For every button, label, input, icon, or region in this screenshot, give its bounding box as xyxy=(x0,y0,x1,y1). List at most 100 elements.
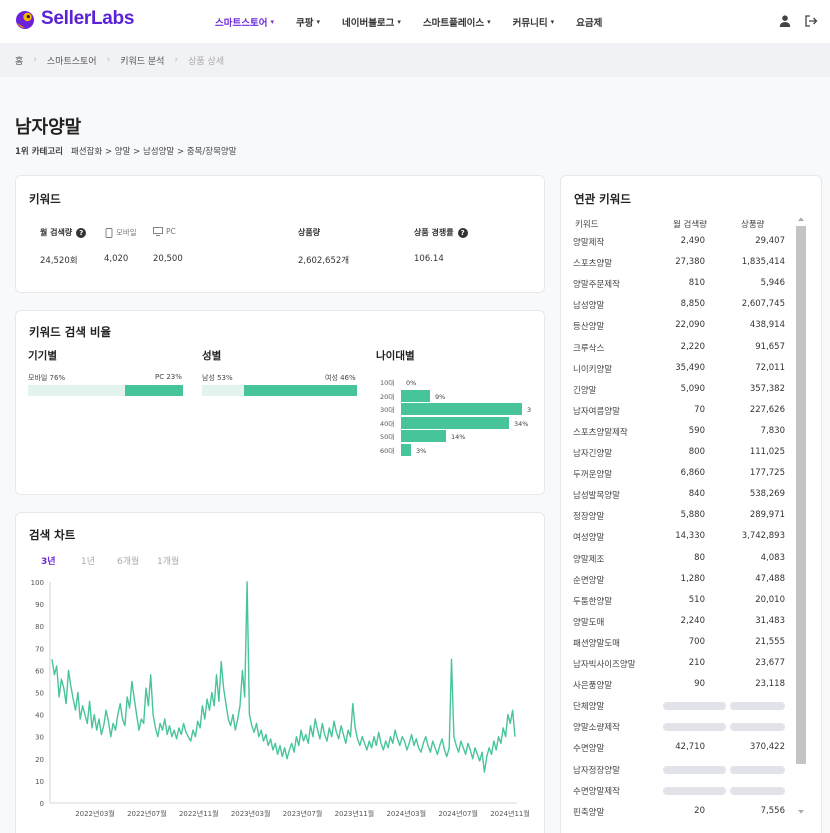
related-keyword-row[interactable]: 긴양말 5,090 357,382 xyxy=(573,381,785,402)
related-keyword-row[interactable]: 양말제조 80 4,083 xyxy=(573,550,785,571)
related-keyword-name[interactable]: 남성발목양말 xyxy=(573,489,620,501)
related-keyword-name[interactable]: 남자정장양말 xyxy=(573,764,620,776)
related-keyword-name[interactable]: 남성양말 xyxy=(573,299,604,311)
related-keyword-row[interactable]: 패션양말도매 700 21,555 xyxy=(573,634,785,655)
chevron-right-icon: › xyxy=(106,55,111,65)
related-keyword-name[interactable]: 등산양말 xyxy=(573,320,604,332)
loading-placeholder xyxy=(730,786,785,795)
related-keyword-name[interactable]: 두툼한양말 xyxy=(573,595,612,607)
related-keyword-name[interactable]: 핀축양말 xyxy=(573,806,604,818)
help-icon[interactable]: ? xyxy=(457,227,468,238)
related-keyword-row[interactable]: 양말도매 2,240 31,483 xyxy=(573,613,785,634)
related-keyword-row[interactable]: 두꺼운양말 6,860 177,725 xyxy=(573,465,785,486)
y-tick-label: 50 xyxy=(35,690,44,698)
related-keyword-volume: 22,090 xyxy=(675,320,705,331)
nav-item[interactable]: 쿠팡 ▾ xyxy=(296,15,320,29)
x-tick-label: 2023년03월 xyxy=(231,809,271,818)
period-tab[interactable]: 6개월 xyxy=(117,554,139,567)
related-keyword-name[interactable]: 양말소량제작 xyxy=(573,721,620,733)
nav-item[interactable]: 요금제 xyxy=(576,15,602,29)
related-keyword-row[interactable]: 순면양말 1,280 47,488 xyxy=(573,571,785,592)
y-tick-label: 90 xyxy=(35,601,44,609)
nav-item[interactable]: 스마트스토어 ▾ xyxy=(215,15,274,29)
related-keyword-row[interactable]: 핀축양말 20 7,556 xyxy=(573,803,785,824)
related-keyword-volume: 5,880 xyxy=(680,510,705,521)
scroll-up-icon[interactable] xyxy=(796,215,806,223)
related-keyword-name[interactable]: 두꺼운양말 xyxy=(573,468,612,480)
related-keyword-name[interactable]: 스포츠양말 xyxy=(573,257,612,269)
device-ratio-fill xyxy=(125,385,183,396)
related-keyword-name[interactable]: 양말제작 xyxy=(573,236,604,248)
related-keyword-name[interactable]: 여성양말 xyxy=(573,531,604,543)
breadcrumb-item[interactable]: 스마트스토어 xyxy=(47,54,97,67)
related-keyword-row[interactable]: 사은품양말 90 23,118 xyxy=(573,676,785,697)
loading-placeholder xyxy=(663,723,726,732)
related-keyword-name[interactable]: 양말도매 xyxy=(573,616,604,628)
related-keyword-row[interactable]: 스포츠양말 27,380 1,835,414 xyxy=(573,254,785,275)
related-keyword-name[interactable]: 니이키양말 xyxy=(573,363,612,375)
related-keyword-row[interactable]: 양말소량제작 xyxy=(573,718,785,739)
related-scroll-thumb[interactable] xyxy=(796,226,806,764)
age-bar xyxy=(401,443,411,456)
logo-mark-icon xyxy=(14,8,36,30)
related-keyword-row[interactable]: 남자긴양말 800 111,025 xyxy=(573,444,785,465)
related-keyword-name[interactable]: 순면양말 xyxy=(573,574,604,586)
related-keyword-name[interactable]: 정장양말 xyxy=(573,510,604,522)
related-keyword-row[interactable]: 스포츠양말제작 590 7,830 xyxy=(573,423,785,444)
nav-item[interactable]: 네이버블로그 ▾ xyxy=(342,15,401,29)
related-keyword-products: 31,483 xyxy=(755,615,785,626)
related-keyword-name[interactable]: 양말주문제작 xyxy=(573,278,620,290)
related-keyword-row[interactable]: 니이키양말 35,490 72,011 xyxy=(573,360,785,381)
related-keyword-row[interactable]: 남성양말 8,850 2,607,745 xyxy=(573,296,785,317)
breadcrumb-item[interactable]: 키워드 분석 xyxy=(120,54,164,67)
help-icon[interactable]: ? xyxy=(76,227,87,238)
gender-right-label: 여성 46% xyxy=(325,374,356,382)
products-value: 2,602,652개 xyxy=(298,256,350,266)
related-keyword-row[interactable]: 두툼한양말 510 20,010 xyxy=(573,592,785,613)
monthly-search-header: 월 검색량? xyxy=(40,227,87,238)
related-keyword-row[interactable]: 여성양말 14,330 3,742,893 xyxy=(573,528,785,549)
related-keyword-products: 227,626 xyxy=(749,404,785,415)
related-keyword-name[interactable]: 남자여름양말 xyxy=(573,405,620,417)
related-keyword-row[interactable]: 남자여름양말 70 227,626 xyxy=(573,402,785,423)
period-tab[interactable]: 3년 xyxy=(41,554,56,567)
nav-item[interactable]: 스마트플레이스 ▾ xyxy=(423,15,491,29)
logout-icon[interactable] xyxy=(804,13,818,27)
scroll-down-icon[interactable] xyxy=(796,808,806,816)
related-keyword-name[interactable]: 사은품양말 xyxy=(573,679,612,691)
related-keyword-name[interactable]: 남자긴양말 xyxy=(573,447,612,459)
related-keyword-row[interactable]: 양말제작 2,490 29,407 xyxy=(573,233,785,254)
related-keyword-row[interactable]: 등산양말 22,090 438,914 xyxy=(573,317,785,338)
related-keyword-row[interactable]: 남자빅사이즈양말 210 23,677 xyxy=(573,655,785,676)
y-tick-label: 10 xyxy=(35,778,44,786)
related-keyword-row[interactable]: 양말주문제작 810 5,946 xyxy=(573,275,785,296)
related-keyword-row[interactable]: 남자정장양말 xyxy=(573,761,785,782)
related-keyword-name[interactable]: 긴양말 xyxy=(573,384,596,396)
period-tab[interactable]: 1년 xyxy=(81,554,95,567)
related-keyword-name[interactable]: 남자빅사이즈양말 xyxy=(573,658,636,670)
nav-item[interactable]: 커뮤니티 ▾ xyxy=(513,15,554,29)
related-keyword-name[interactable]: 수면양말 xyxy=(573,742,604,754)
products-header: 상품량 xyxy=(298,228,321,237)
gender-title: 성별 xyxy=(202,350,222,362)
mobile-value: 4,020 xyxy=(104,254,129,264)
logo[interactable]: SellerLabs xyxy=(14,8,134,30)
breadcrumb-item[interactable]: 홈 xyxy=(15,54,23,67)
related-keyword-row[interactable]: 수면양말 42,710 370,422 xyxy=(573,739,785,760)
x-tick-label: 2023년07월 xyxy=(283,809,323,818)
related-keyword-row[interactable]: 단체양말 xyxy=(573,697,785,718)
related-keyword-name[interactable]: 크루삭스 xyxy=(573,342,604,354)
period-tab[interactable]: 1개월 xyxy=(157,554,179,567)
related-keyword-name[interactable]: 단체양말 xyxy=(573,700,604,712)
related-keyword-row[interactable]: 정장양말 5,880 289,971 xyxy=(573,507,785,528)
related-keyword-name[interactable]: 패션양말도매 xyxy=(573,637,620,649)
related-keyword-name[interactable]: 수면양말제작 xyxy=(573,785,620,797)
user-icon[interactable] xyxy=(778,13,792,27)
related-keyword-products: 438,914 xyxy=(749,320,785,331)
related-keyword-row[interactable]: 크루삭스 2,220 91,657 xyxy=(573,339,785,360)
related-keyword-row[interactable]: 수면양말제작 xyxy=(573,782,785,803)
related-keyword-row[interactable]: 남성발목양말 840 538,269 xyxy=(573,486,785,507)
gender-ratio-fill xyxy=(244,385,357,396)
related-keyword-name[interactable]: 스포츠양말제작 xyxy=(573,426,628,438)
related-keyword-name[interactable]: 양말제조 xyxy=(573,553,604,565)
